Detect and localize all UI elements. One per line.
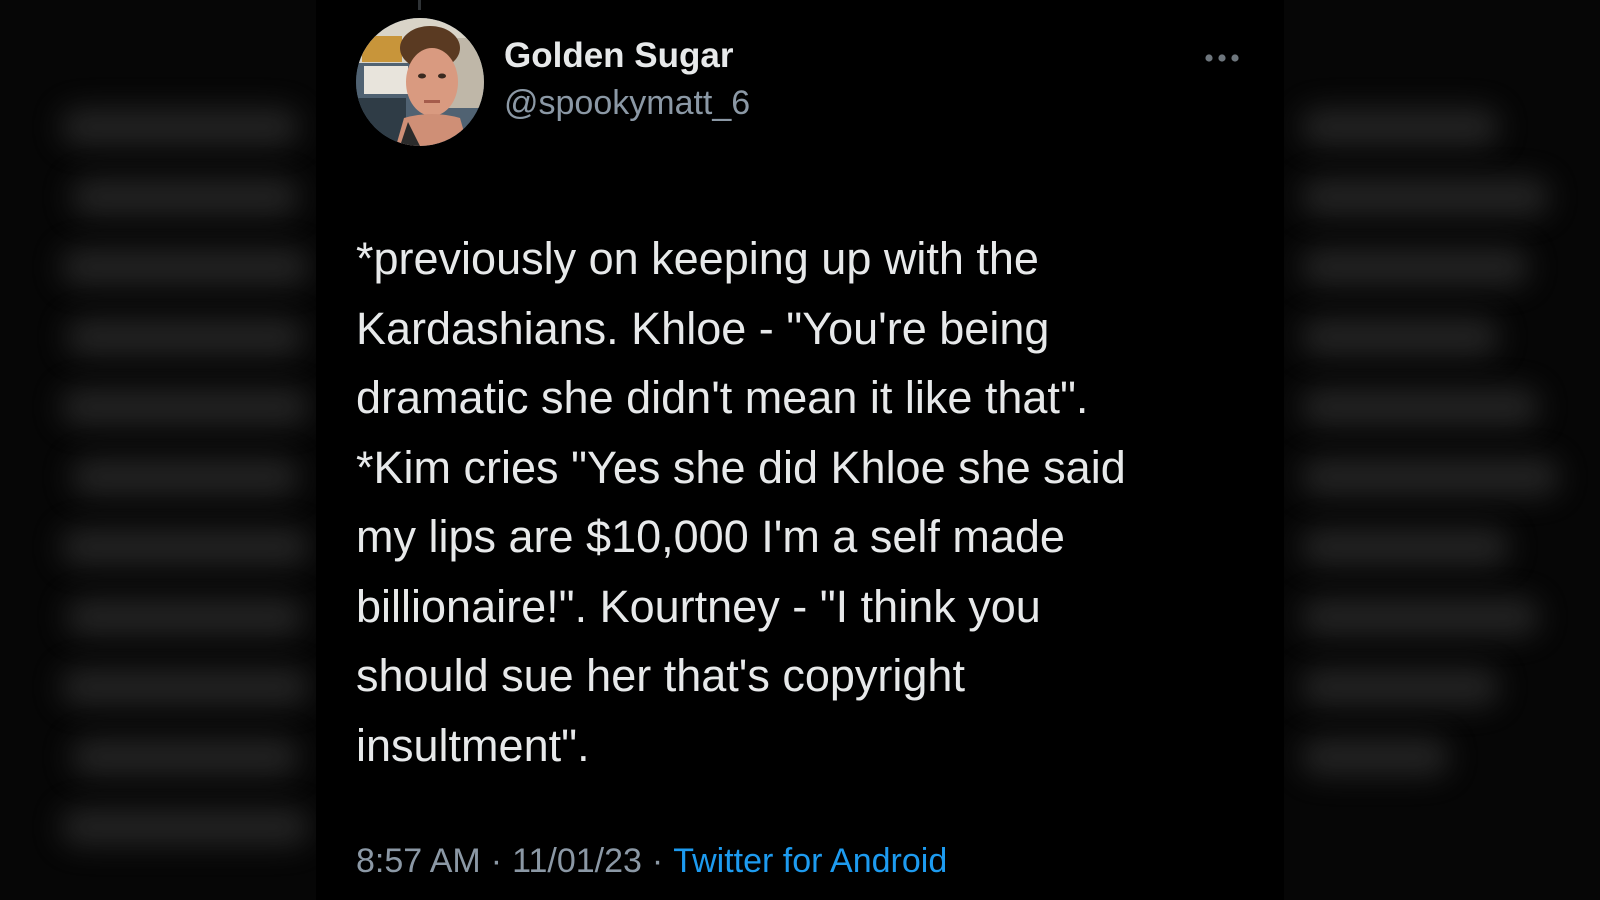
author-display-name[interactable]: Golden Sugar <box>504 36 733 76</box>
screenshot-stage: Golden Sugar @spookymatt_6 *previously o… <box>0 0 1600 900</box>
author-handle[interactable]: @spookymatt_6 <box>504 84 750 123</box>
avatar-image <box>356 18 484 146</box>
thread-connector-line <box>418 0 421 10</box>
tweet-time[interactable]: 8:57 AM <box>356 842 481 880</box>
tweet-text: *previously on keeping up with the Karda… <box>356 233 1126 771</box>
meta-separator: · <box>651 842 664 880</box>
blurred-background-left <box>0 0 330 900</box>
tweet-source-link[interactable]: Twitter for Android <box>673 842 947 880</box>
meta-separator: · <box>490 842 503 880</box>
more-horizontal-icon[interactable] <box>1202 50 1242 66</box>
tweet-metadata: 8:57 AM · 11/01/23 · Twitter for Android <box>356 842 947 881</box>
blurred-background-right <box>1270 0 1600 900</box>
avatar[interactable] <box>356 18 484 146</box>
tweet-date[interactable]: 11/01/23 <box>512 842 642 880</box>
